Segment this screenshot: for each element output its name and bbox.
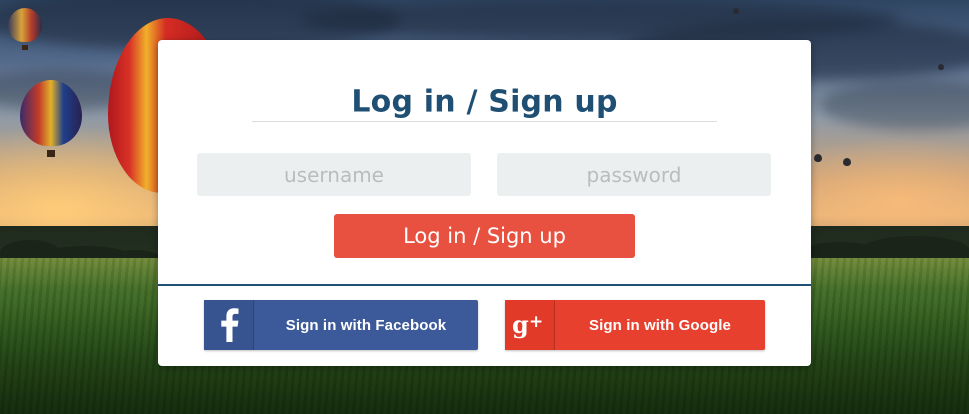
password-input[interactable] [497,153,771,196]
hot-air-balloon [938,64,944,72]
facebook-signin-button[interactable]: Sign in with Facebook [204,300,478,350]
page-title: Log in / Sign up [351,84,618,120]
hot-air-balloon [8,8,42,52]
facebook-icon [204,300,254,350]
google-signin-label: Sign in with Google [589,316,731,334]
hot-air-balloon [733,8,739,16]
title-divider [252,121,717,122]
svg-text:+: + [529,312,543,332]
login-card: Log in / Sign up Log in / Sign up Sign i… [158,40,811,366]
hot-air-balloon [20,80,82,160]
google-plus-icon: g + [505,300,555,350]
hot-air-balloon [843,158,851,168]
login-signup-button[interactable]: Log in / Sign up [334,214,635,258]
section-divider [158,284,811,286]
google-signin-button[interactable]: g + Sign in with Google [505,300,765,350]
username-input[interactable] [197,153,471,196]
facebook-signin-label: Sign in with Facebook [285,316,447,334]
hot-air-balloon [814,154,822,164]
svg-text:g: g [512,310,529,339]
